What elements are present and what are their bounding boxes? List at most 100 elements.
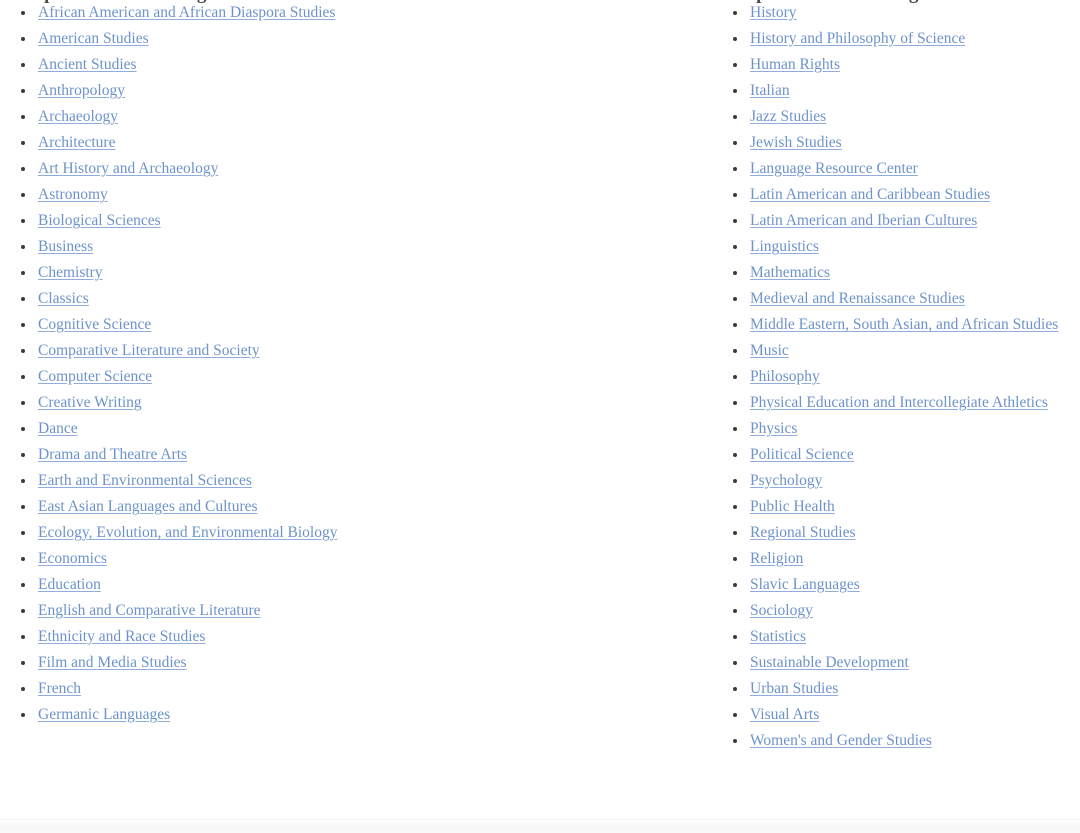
department-list-item: Business bbox=[0, 234, 371, 260]
department-link[interactable]: Physical Education and Intercollegiate A… bbox=[750, 394, 1048, 411]
department-link[interactable]: Art History and Archaeology bbox=[38, 160, 218, 177]
department-list-item: Human Rights bbox=[712, 52, 1080, 78]
department-list-item: Philosophy bbox=[712, 364, 1080, 390]
department-link[interactable]: Business bbox=[38, 238, 93, 255]
department-index-columns: African American and African Diaspora St… bbox=[0, 0, 1080, 820]
department-link[interactable]: Latin American and Iberian Cultures bbox=[750, 212, 977, 229]
department-list-item: History bbox=[712, 0, 1080, 26]
department-list-item: Mathematics bbox=[712, 260, 1080, 286]
department-link[interactable]: Dance bbox=[38, 420, 78, 437]
department-link[interactable]: History bbox=[750, 4, 797, 21]
department-link[interactable]: Latin American and Caribbean Studies bbox=[750, 186, 990, 203]
department-link[interactable]: East Asian Languages and Cultures bbox=[38, 498, 258, 515]
department-link[interactable]: Astronomy bbox=[38, 186, 108, 203]
footer-band bbox=[0, 819, 1080, 833]
department-link[interactable]: Economics bbox=[38, 550, 107, 567]
department-link[interactable]: Chemistry bbox=[38, 264, 103, 281]
department-list-item: Classics bbox=[0, 286, 371, 312]
department-list-item: History and Philosophy of Science bbox=[712, 26, 1080, 52]
department-link[interactable]: Psychology bbox=[750, 472, 822, 489]
department-list-item: Ecology, Evolution, and Environmental Bi… bbox=[0, 520, 371, 546]
department-link[interactable]: Earth and Environmental Sciences bbox=[38, 472, 252, 489]
department-link[interactable]: English and Comparative Literature bbox=[38, 602, 261, 619]
department-link[interactable]: Education bbox=[38, 576, 101, 593]
department-link[interactable]: American Studies bbox=[38, 30, 149, 47]
department-link[interactable]: Women's and Gender Studies bbox=[750, 732, 932, 749]
department-link[interactable]: French bbox=[38, 680, 81, 697]
department-link[interactable]: African American and African Diaspora St… bbox=[38, 4, 335, 21]
department-list-item: Statistics bbox=[712, 624, 1080, 650]
department-link[interactable]: Regional Studies bbox=[750, 524, 855, 541]
department-link[interactable]: Film and Media Studies bbox=[38, 654, 187, 671]
department-list-item: Ethnicity and Race Studies bbox=[0, 624, 371, 650]
department-link[interactable]: Middle Eastern, South Asian, and African… bbox=[750, 316, 1058, 333]
department-link[interactable]: Jewish Studies bbox=[750, 134, 842, 151]
department-link[interactable]: Religion bbox=[750, 550, 803, 567]
department-list-item: Astronomy bbox=[0, 182, 371, 208]
department-link[interactable]: Ethnicity and Race Studies bbox=[38, 628, 205, 645]
department-link[interactable]: Biological Sciences bbox=[38, 212, 161, 229]
department-list-item: Creative Writing bbox=[0, 390, 371, 416]
department-list-item: Earth and Environmental Sciences bbox=[0, 468, 371, 494]
department-link[interactable]: Medieval and Renaissance Studies bbox=[750, 290, 965, 307]
departments-index-page: Departments and Programs Departments and… bbox=[0, 0, 1080, 833]
department-link[interactable]: Classics bbox=[38, 290, 89, 307]
department-link[interactable]: Comparative Literature and Society bbox=[38, 342, 260, 359]
department-link[interactable]: Italian bbox=[750, 82, 790, 99]
department-list-item: Germanic Languages bbox=[0, 702, 371, 728]
department-link[interactable]: Visual Arts bbox=[750, 706, 819, 723]
department-list-column-left: African American and African Diaspora St… bbox=[0, 0, 540, 728]
department-link[interactable]: Physics bbox=[750, 420, 797, 437]
department-list-item: Public Health bbox=[712, 494, 1080, 520]
department-link[interactable]: Music bbox=[750, 342, 789, 359]
department-list-right: History History and Philosophy of Science… bbox=[712, 0, 1080, 754]
department-link[interactable]: Philosophy bbox=[750, 368, 820, 385]
department-list-item: Women's and Gender Studies bbox=[712, 728, 1080, 754]
department-list-item: Economics bbox=[0, 546, 371, 572]
department-list-item: Computer Science bbox=[0, 364, 371, 390]
department-link[interactable]: Creative Writing bbox=[38, 394, 142, 411]
department-list-item: Film and Media Studies bbox=[0, 650, 371, 676]
department-list-item: Cognitive Science bbox=[0, 312, 371, 338]
department-link[interactable]: Ecology, Evolution, and Environmental Bi… bbox=[38, 524, 337, 541]
department-link[interactable]: Public Health bbox=[750, 498, 835, 515]
department-list-item: Religion bbox=[712, 546, 1080, 572]
department-link[interactable]: Urban Studies bbox=[750, 680, 838, 697]
department-link[interactable]: Jazz Studies bbox=[750, 108, 826, 125]
department-list-item: Italian bbox=[712, 78, 1080, 104]
department-link[interactable]: Drama and Theatre Arts bbox=[38, 446, 187, 463]
department-list-item: Psychology bbox=[712, 468, 1080, 494]
department-link[interactable]: Language Resource Center bbox=[750, 160, 918, 177]
department-link[interactable]: Slavic Languages bbox=[750, 576, 860, 593]
department-list-item: Language Resource Center bbox=[712, 156, 1080, 182]
department-list-item: Art History and Archaeology bbox=[0, 156, 371, 182]
department-link[interactable]: Architecture bbox=[38, 134, 115, 151]
department-link[interactable]: Statistics bbox=[750, 628, 806, 645]
department-list-item: Jewish Studies bbox=[712, 130, 1080, 156]
department-link[interactable]: Mathematics bbox=[750, 264, 830, 281]
department-link[interactable]: Archaeology bbox=[38, 108, 118, 125]
department-list-item: Latin American and Caribbean Studies bbox=[712, 182, 1080, 208]
department-list-item: Middle Eastern, South Asian, and African… bbox=[712, 312, 1080, 338]
department-link[interactable]: Germanic Languages bbox=[38, 706, 170, 723]
department-link[interactable]: Computer Science bbox=[38, 368, 152, 385]
department-list-item: Biological Sciences bbox=[0, 208, 371, 234]
department-list-item: Physical Education and Intercollegiate A… bbox=[712, 390, 1080, 416]
department-list-item: Archaeology bbox=[0, 104, 371, 130]
department-list-item: Ancient Studies bbox=[0, 52, 371, 78]
department-link[interactable]: Cognitive Science bbox=[38, 316, 151, 333]
department-link[interactable]: Political Science bbox=[750, 446, 854, 463]
department-link[interactable]: Linguistics bbox=[750, 238, 819, 255]
department-list-left: African American and African Diaspora St… bbox=[0, 0, 540, 728]
department-link[interactable]: History and Philosophy of Science bbox=[750, 30, 965, 47]
department-link[interactable]: Ancient Studies bbox=[38, 56, 137, 73]
department-list-item: Sustainable Development bbox=[712, 650, 1080, 676]
department-list-item: Dance bbox=[0, 416, 371, 442]
department-list-item: Slavic Languages bbox=[712, 572, 1080, 598]
department-link[interactable]: Sociology bbox=[750, 602, 813, 619]
department-link[interactable]: Human Rights bbox=[750, 56, 840, 73]
department-list-item: African American and African Diaspora St… bbox=[0, 0, 371, 26]
department-link[interactable]: Anthropology bbox=[38, 82, 125, 99]
department-list-item: Comparative Literature and Society bbox=[0, 338, 371, 364]
department-link[interactable]: Sustainable Development bbox=[750, 654, 909, 671]
